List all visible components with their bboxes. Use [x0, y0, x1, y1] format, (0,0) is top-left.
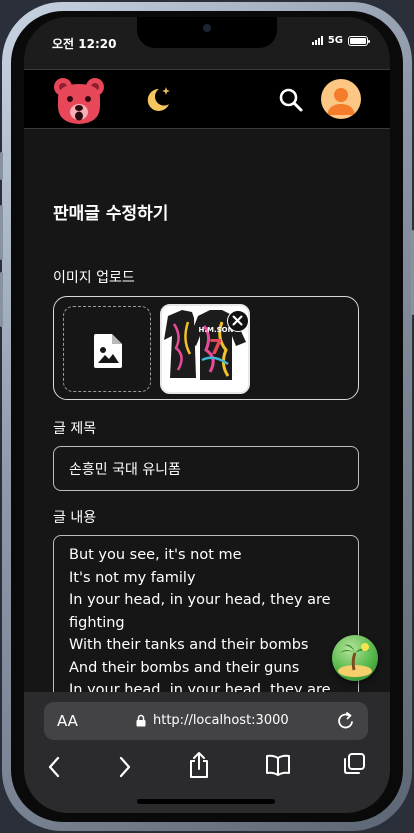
camera-icon — [203, 24, 211, 32]
bookmarks-icon[interactable] — [265, 754, 291, 776]
battery-icon — [348, 35, 370, 46]
screen: 오전 12:20 5G 판매글 수정하기 이미지 업로드 H.M.SON 7 글… — [24, 17, 390, 813]
add-image-button[interactable] — [63, 306, 151, 392]
url-text: http://localhost:3000 — [153, 713, 289, 728]
reader-mode-button[interactable]: AA — [57, 712, 78, 730]
title-input[interactable] — [53, 446, 359, 491]
forward-icon[interactable] — [117, 755, 133, 779]
bear-logo-icon[interactable] — [52, 76, 106, 126]
jersey-number: 7 — [209, 335, 223, 359]
image-upload-box: H.M.SON 7 — [53, 296, 359, 400]
home-indicator — [137, 799, 275, 804]
volume-up-button — [0, 205, 3, 260]
moon-sparkle-icon[interactable] — [142, 83, 174, 115]
content-textarea[interactable]: But you see, it's not me It's not my fam… — [53, 535, 359, 705]
page-title: 판매글 수정하기 — [53, 204, 169, 224]
signal-icon — [311, 36, 323, 45]
title-label: 글 제목 — [53, 421, 97, 437]
status-indicators: 5G — [311, 35, 370, 46]
status-time: 오전 12:20 — [52, 37, 117, 51]
status-bar: 오전 12:20 5G — [24, 17, 390, 69]
share-icon[interactable] — [188, 751, 210, 779]
notch — [137, 17, 277, 48]
reload-icon[interactable] — [336, 711, 356, 731]
close-icon — [232, 315, 243, 326]
user-avatar-icon[interactable] — [321, 79, 361, 119]
address-bar[interactable]: AA http://localhost:3000 — [44, 702, 368, 740]
tabs-icon[interactable] — [342, 752, 366, 776]
island-floating-button[interactable] — [332, 635, 378, 681]
edit-form: 판매글 수정하기 이미지 업로드 H.M.SON 7 글 제목 손흥민 국대 유… — [24, 129, 390, 705]
remove-image-button[interactable] — [227, 310, 249, 332]
search-icon[interactable] — [278, 87, 304, 113]
lock-icon — [136, 714, 146, 727]
mute-switch — [0, 152, 3, 180]
image-upload-label: 이미지 업로드 — [53, 270, 135, 286]
network-label: 5G — [327, 35, 343, 46]
content-label: 글 내용 — [53, 510, 97, 526]
image-file-icon — [94, 334, 122, 368]
app-header — [24, 69, 390, 129]
back-icon[interactable] — [46, 755, 62, 779]
volume-down-button — [0, 272, 3, 327]
palm-island-icon — [338, 643, 372, 677]
browser-toolbar: AA http://localhost:3000 — [24, 692, 390, 813]
